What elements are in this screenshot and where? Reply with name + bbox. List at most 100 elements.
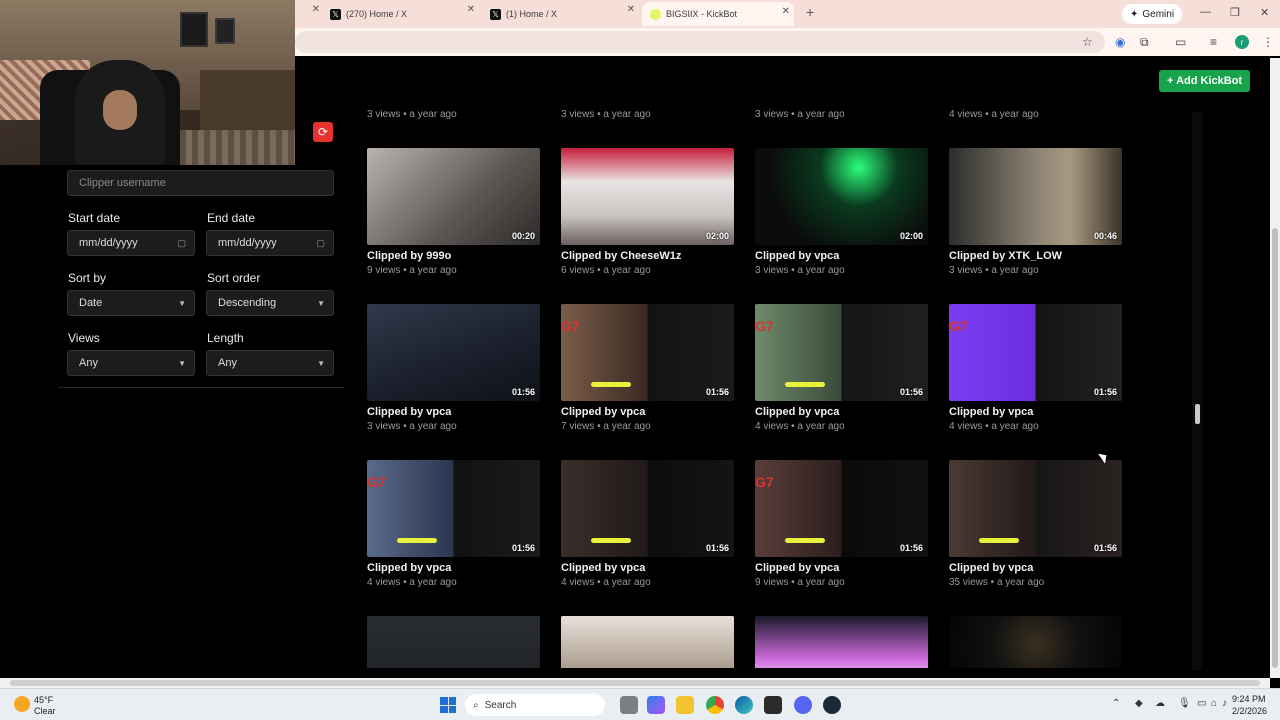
tray-chevron-icon[interactable]: ⌃ <box>1112 698 1120 709</box>
clip-title[interactable]: Clipped by vpca <box>561 406 734 418</box>
clip-title[interactable]: Clipped by vpca <box>949 406 1122 418</box>
clip-title[interactable]: Clipped by vpca <box>367 406 540 418</box>
media-icon[interactable]: ▭ <box>1175 35 1186 49</box>
weather-moon-icon[interactable] <box>14 696 30 712</box>
clip-list-scroll-thumb[interactable] <box>1195 404 1200 424</box>
clip-title[interactable]: Clipped by vpca <box>367 562 540 574</box>
clip-card[interactable]: 01:56 Clipped by vpca 4 views • a year a… <box>561 460 734 588</box>
volume-icon[interactable]: ♪ <box>1222 698 1227 709</box>
microsoft-store-icon[interactable] <box>764 696 782 714</box>
clip-thumbnail[interactable]: 00:20 <box>367 148 540 245</box>
clip-thumbnail[interactable] <box>755 616 928 668</box>
clip-thumbnail[interactable]: 01:56 <box>561 460 734 557</box>
menu-kebab-icon[interactable]: ⋮ <box>1262 35 1274 49</box>
tray-app-icon[interactable]: ◆ <box>1135 698 1143 709</box>
clock-date[interactable]: 2/2/2026 <box>1232 706 1267 716</box>
profile-avatar[interactable]: r <box>1235 35 1249 49</box>
gemini-button[interactable]: ✦ Gemini <box>1122 4 1183 24</box>
clip-thumbnail[interactable]: 02:00 <box>561 148 734 245</box>
file-explorer-icon[interactable] <box>676 696 694 714</box>
clip-thumbnail[interactable]: G7 01:56 <box>755 460 928 557</box>
bookmark-star-icon[interactable]: ☆ <box>1082 35 1093 49</box>
clip-card[interactable] <box>949 616 1122 668</box>
microphone-icon[interactable]: 🎙 <box>1178 698 1191 709</box>
display-icon[interactable]: ▭ <box>1197 698 1206 709</box>
clip-title[interactable]: Clipped by vpca <box>755 250 928 262</box>
clip-card[interactable]: 00:46 Clipped by XTK_LOW 3 views • a yea… <box>949 148 1122 276</box>
sort-order-select[interactable]: Descending ▼ <box>206 290 334 316</box>
clip-thumbnail[interactable]: 01:56 <box>367 304 540 401</box>
clip-title[interactable]: Clipped by vpca <box>755 562 928 574</box>
end-date-input[interactable]: mm/dd/yyyy ▢ <box>206 230 334 256</box>
clip-card[interactable]: 02:00 Clipped by CheeseW1z 6 views • a y… <box>561 148 734 276</box>
clip-card[interactable]: G7 01:56 Clipped by vpca 9 views • a year… <box>755 460 928 588</box>
clip-title[interactable]: Clipped by XTK_LOW <box>949 250 1122 262</box>
clip-thumbnail[interactable]: G7 01:56 <box>561 304 734 401</box>
steam-icon[interactable] <box>823 696 841 714</box>
clipper-username-input[interactable]: Clipper username <box>67 170 334 196</box>
new-tab-button[interactable]: + <box>806 4 814 20</box>
extension-audio-icon[interactable]: ◉ <box>1115 35 1125 49</box>
sort-by-select[interactable]: Date ▼ <box>67 290 195 316</box>
tab-x-home-270[interactable]: 𝕏 (270) Home / X ✕ <box>330 4 475 24</box>
page-scroll-thumb[interactable] <box>1272 228 1278 668</box>
start-date-input[interactable]: mm/dd/yyyy ▢ <box>67 230 195 256</box>
clip-thumbnail[interactable]: G7 01:56 <box>949 304 1122 401</box>
tab-close-previous[interactable]: ✕ <box>300 4 320 24</box>
clip-card[interactable]: G7 01:56 Clipped by vpca 7 views • a year… <box>561 304 734 432</box>
edge-icon[interactable] <box>735 696 753 714</box>
clip-title[interactable]: Clipped by 999o <box>367 250 540 262</box>
task-view-icon[interactable] <box>620 696 638 714</box>
clip-thumbnail[interactable]: 00:46 <box>949 148 1122 245</box>
chrome-icon[interactable] <box>706 696 724 714</box>
close-icon[interactable]: ✕ <box>312 4 320 15</box>
refresh-button[interactable]: ⟳ <box>313 122 333 142</box>
calendar-icon[interactable]: ▢ <box>177 238 186 249</box>
clip-thumbnail[interactable] <box>949 616 1122 668</box>
clip-card[interactable]: G7 01:56 Clipped by vpca 4 views • a year… <box>949 304 1122 432</box>
close-icon[interactable]: ✕ <box>627 4 635 15</box>
clip-card[interactable]: 01:56 Clipped by vpca 3 views • a year a… <box>367 304 540 432</box>
clip-card[interactable]: G7 01:56 Clipped by vpca 4 views • a year… <box>367 460 540 588</box>
clip-thumbnail[interactable] <box>367 616 540 668</box>
restore-icon[interactable]: ❐ <box>1230 6 1240 19</box>
clip-card[interactable] <box>367 616 540 668</box>
clip-title[interactable]: Clipped by vpca <box>755 406 928 418</box>
views-select[interactable]: Any ▼ <box>67 350 195 376</box>
tab-kickbot[interactable]: BIGSIIX - KickBot ✕ <box>642 2 794 26</box>
clip-title[interactable]: Clipped by CheeseW1z <box>561 250 734 262</box>
clip-title[interactable]: Clipped by vpca <box>949 562 1122 574</box>
extensions-icon[interactable]: ⧉ <box>1140 35 1149 50</box>
clip-title[interactable]: Clipped by vpca <box>561 562 734 574</box>
clip-card[interactable]: 02:00 Clipped by vpca 3 views • a year a… <box>755 148 928 276</box>
clip-card[interactable] <box>755 616 928 668</box>
discord-icon[interactable] <box>794 696 812 714</box>
clip-thumbnail[interactable]: 01:56 <box>949 460 1122 557</box>
reading-list-icon[interactable]: ≡ <box>1210 35 1217 49</box>
length-select[interactable]: Any ▼ <box>206 350 334 376</box>
minimize-icon[interactable]: — <box>1200 6 1211 18</box>
close-window-icon[interactable]: ✕ <box>1260 6 1269 19</box>
clip-list-scrollbar[interactable] <box>1192 112 1202 670</box>
omnibox[interactable] <box>295 31 1105 53</box>
close-icon[interactable]: ✕ <box>782 6 790 17</box>
calendar-icon[interactable]: ▢ <box>316 238 325 249</box>
clip-card[interactable]: G7 01:56 Clipped by vpca 4 views • a year… <box>755 304 928 432</box>
clip-thumbnail[interactable] <box>561 616 734 668</box>
clip-card[interactable]: 01:56 Clipped by vpca 35 views • a year … <box>949 460 1122 588</box>
clip-thumbnail[interactable]: 02:00 <box>755 148 928 245</box>
clip-card[interactable] <box>561 616 734 668</box>
onedrive-icon[interactable]: ☁ <box>1155 698 1165 709</box>
clip-thumbnail[interactable]: G7 01:56 <box>755 304 928 401</box>
weather-temperature[interactable]: 45°F <box>34 695 53 705</box>
copilot-icon[interactable] <box>647 696 665 714</box>
add-kickbot-button[interactable]: + Add KickBot <box>1159 70 1251 92</box>
taskbar-search[interactable]: ⌕ Search <box>465 694 605 716</box>
weather-condition[interactable]: Clear <box>34 706 56 716</box>
clip-thumbnail[interactable]: G7 01:56 <box>367 460 540 557</box>
close-icon[interactable]: ✕ <box>467 4 475 15</box>
horizontal-scroll-thumb[interactable] <box>10 680 1260 686</box>
clip-card[interactable]: 00:20 Clipped by 999o 9 views • a year a… <box>367 148 540 276</box>
tab-x-home-1[interactable]: 𝕏 (1) Home / X ✕ <box>490 4 635 24</box>
network-icon[interactable]: ⌂ <box>1211 698 1217 709</box>
